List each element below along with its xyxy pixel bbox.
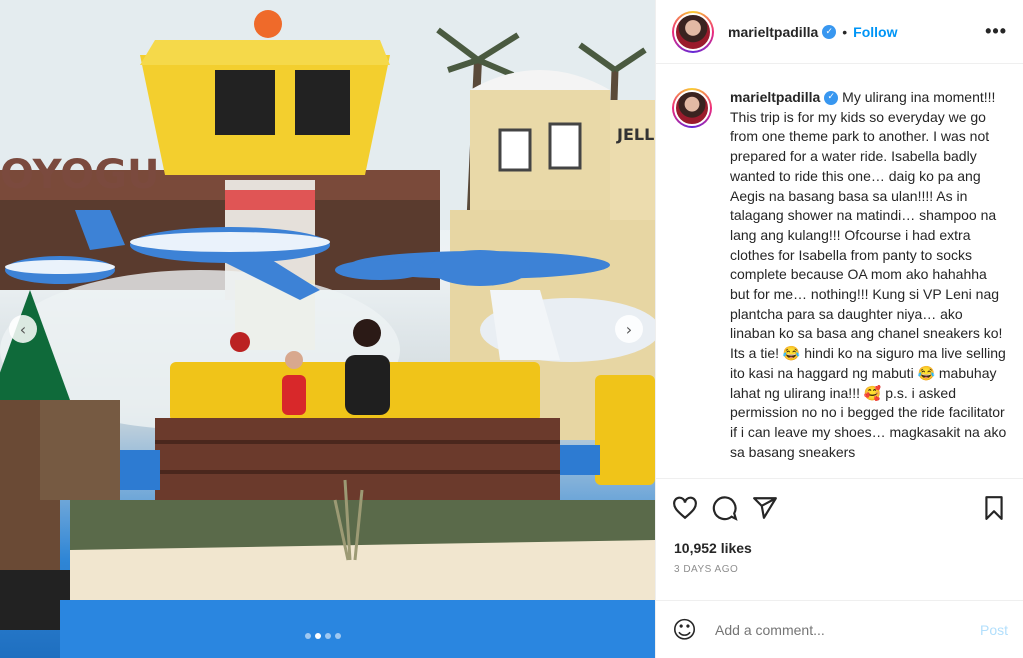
follow-button[interactable]: Follow	[853, 24, 897, 40]
comment-input[interactable]	[715, 621, 972, 638]
likes-count[interactable]: 10,952 likes	[656, 536, 1023, 560]
previous-slide-button[interactable]: ‹	[9, 315, 37, 343]
photo-scene: OYOGU JELL	[0, 0, 655, 658]
share-icon[interactable]	[752, 495, 778, 521]
slide-indicator	[305, 633, 341, 639]
action-bar	[656, 478, 1023, 536]
avatar[interactable]	[672, 10, 714, 53]
bookmark-icon[interactable]	[981, 495, 1007, 521]
avatar-image	[674, 12, 712, 51]
post-photo[interactable]: OYOGU JELL ‹ ›	[0, 0, 655, 658]
next-slide-button[interactable]: ›	[615, 315, 643, 343]
verified-badge-icon: ✓	[824, 91, 839, 106]
slide-dot-active	[315, 633, 321, 639]
building-sign-text: JELL	[616, 125, 654, 144]
post-header: marieltpadilla ✓ • Follow •••	[656, 0, 1023, 64]
slide-dot	[335, 633, 341, 639]
username-link[interactable]: marieltpadilla	[728, 24, 818, 40]
caption-text: My ulirang ina moment!!! This trip is fo…	[730, 89, 1007, 460]
slide-dot	[325, 633, 331, 639]
heart-icon[interactable]	[672, 495, 698, 521]
post-details-panel: marieltpadilla ✓ • Follow ••• marieltpad…	[655, 0, 1023, 658]
caption-text-block: marieltpadilla ✓ My ulirang ina moment!!!…	[730, 88, 1007, 478]
post-timestamp[interactable]: 3 DAYS AGO	[656, 564, 1023, 575]
slide-dot	[305, 633, 311, 639]
comment-bar: ☺ Post	[656, 600, 1023, 658]
separator: •	[842, 23, 848, 40]
caption-username[interactable]: marieltpadilla	[730, 89, 820, 105]
more-options-icon[interactable]: •••	[985, 21, 1007, 42]
caption-avatar[interactable]	[672, 88, 712, 128]
avatar-image	[674, 90, 710, 126]
emoji-icon[interactable]: ☺	[672, 616, 697, 644]
post-comment-button[interactable]: Post	[980, 622, 1008, 638]
caption-section: marieltpadilla ✓ My ulirang ina moment!!!…	[656, 64, 1023, 478]
park-sign-text: OYOGU	[0, 152, 159, 198]
comment-icon[interactable]	[712, 495, 738, 521]
verified-badge-icon: ✓	[822, 24, 837, 39]
